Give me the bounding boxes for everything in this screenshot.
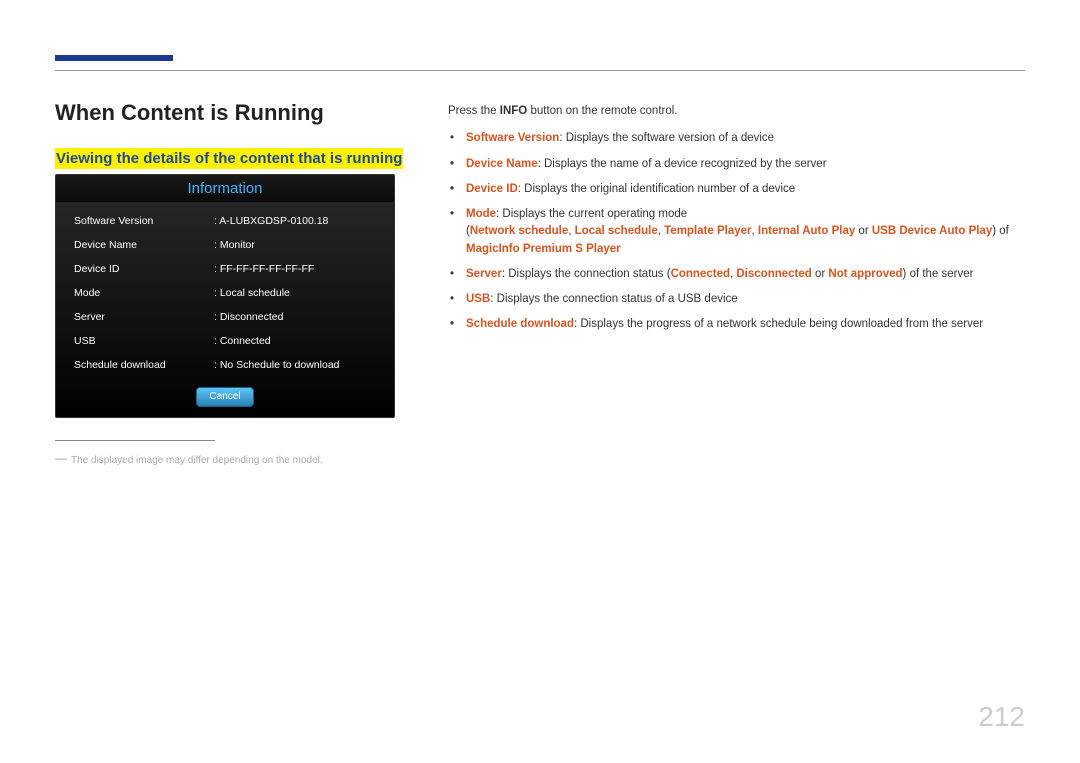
server-desc-pre: : Displays the connection status ( bbox=[502, 268, 671, 280]
info-value: : Local schedule bbox=[214, 287, 290, 299]
bullet-list: Software Version: Displays the software … bbox=[448, 130, 1020, 333]
bullet-label: Device Name bbox=[466, 158, 538, 170]
server-opt3: Not approved bbox=[828, 268, 902, 280]
intro-pre: Press the bbox=[448, 105, 500, 117]
bullet-label: Server bbox=[466, 268, 502, 280]
server-opt2: Disconnected bbox=[736, 268, 811, 280]
information-panel: Information Software Version : A-LUBXGDS… bbox=[55, 174, 395, 418]
of: ) of bbox=[992, 225, 1009, 237]
info-row-usb: USB : Connected bbox=[74, 329, 376, 353]
mode-product: MagicInfo Premium S Player bbox=[466, 243, 621, 255]
bullet-server: Server: Displays the connection status (… bbox=[448, 266, 1020, 283]
information-panel-body: Software Version : A-LUBXGDSP-0100.18 De… bbox=[56, 203, 394, 381]
section-title: When Content is Running bbox=[55, 100, 425, 126]
info-value: : Connected bbox=[214, 335, 271, 347]
server-desc-post: ) of the server bbox=[903, 268, 974, 280]
bullet-device-name: Device Name: Displays the name of a devi… bbox=[448, 156, 1020, 173]
mode-opt2: Local schedule bbox=[575, 225, 658, 237]
bullet-schedule-download: Schedule download: Displays the progress… bbox=[448, 316, 1020, 333]
page-number: 212 bbox=[978, 701, 1025, 733]
mode-opt4: Internal Auto Play bbox=[758, 225, 855, 237]
info-label: Software Version bbox=[74, 215, 214, 227]
mode-opt1: Network schedule bbox=[470, 225, 568, 237]
info-row-software-version: Software Version : A-LUBXGDSP-0100.18 bbox=[74, 209, 376, 233]
bullet-label: USB bbox=[466, 293, 490, 305]
info-value: : Disconnected bbox=[214, 311, 283, 323]
info-label: Schedule download bbox=[74, 359, 214, 371]
bullet-desc: : Displays the software version of a dev… bbox=[559, 132, 774, 144]
info-value: : No Schedule to download bbox=[214, 359, 340, 371]
info-label: Device Name bbox=[74, 239, 214, 251]
info-label: Server bbox=[74, 311, 214, 323]
footnote-dash-icon: ― bbox=[55, 451, 67, 465]
info-value: : Monitor bbox=[214, 239, 255, 251]
footnote-text: The displayed image may differ depending… bbox=[71, 455, 323, 466]
left-column: When Content is Running Viewing the deta… bbox=[55, 100, 425, 466]
intro-line: Press the INFO button on the remote cont… bbox=[448, 103, 1020, 120]
right-column: Press the INFO button on the remote cont… bbox=[448, 103, 1020, 342]
mode-opt5: USB Device Auto Play bbox=[872, 225, 992, 237]
info-row-server: Server : Disconnected bbox=[74, 305, 376, 329]
or: or bbox=[855, 225, 872, 237]
bullet-desc: : Displays the original identification n… bbox=[518, 183, 795, 195]
bullet-software-version: Software Version: Displays the software … bbox=[448, 130, 1020, 147]
bullet-desc: : Displays the name of a device recogniz… bbox=[538, 158, 827, 170]
info-label: Device ID bbox=[74, 263, 214, 275]
info-value: : A-LUBXGDSP-0100.18 bbox=[214, 215, 328, 227]
intro-bold: INFO bbox=[500, 105, 527, 117]
or: or bbox=[812, 268, 829, 280]
bullet-desc: : Displays the current operating mode bbox=[496, 208, 687, 220]
bullet-label: Software Version bbox=[466, 132, 559, 144]
information-panel-title: Information bbox=[56, 175, 394, 203]
cancel-button[interactable]: Cancel bbox=[196, 387, 254, 407]
info-row-mode: Mode : Local schedule bbox=[74, 281, 376, 305]
intro-post: button on the remote control. bbox=[527, 105, 677, 117]
info-label: USB bbox=[74, 335, 214, 347]
header-rule bbox=[55, 70, 1025, 71]
info-row-device-id: Device ID : FF-FF-FF-FF-FF-FF bbox=[74, 257, 376, 281]
bullet-desc: : Displays the progress of a network sch… bbox=[574, 318, 983, 330]
server-opt1: Connected bbox=[671, 268, 730, 280]
info-row-schedule-download: Schedule download : No Schedule to downl… bbox=[74, 353, 376, 377]
mode-opt3: Template Player bbox=[664, 225, 751, 237]
bullet-desc: : Displays the connection status of a US… bbox=[490, 293, 737, 305]
footnote: ― The displayed image may differ dependin… bbox=[55, 451, 425, 466]
accent-bar bbox=[55, 55, 173, 61]
bullet-mode: Mode: Displays the current operating mod… bbox=[448, 206, 1020, 258]
bullet-device-id: Device ID: Displays the original identif… bbox=[448, 181, 1020, 198]
bullet-label: Device ID bbox=[466, 183, 518, 195]
subsection-title-wrap: Viewing the details of the content that … bbox=[55, 150, 425, 168]
info-row-device-name: Device Name : Monitor bbox=[74, 233, 376, 257]
bullet-label: Mode bbox=[466, 208, 496, 220]
subsection-title: Viewing the details of the content that … bbox=[55, 148, 403, 169]
info-value: : FF-FF-FF-FF-FF-FF bbox=[214, 263, 314, 275]
info-label: Mode bbox=[74, 287, 214, 299]
bullet-label: Schedule download bbox=[466, 318, 574, 330]
footnote-rule bbox=[55, 440, 215, 441]
bullet-usb: USB: Displays the connection status of a… bbox=[448, 291, 1020, 308]
